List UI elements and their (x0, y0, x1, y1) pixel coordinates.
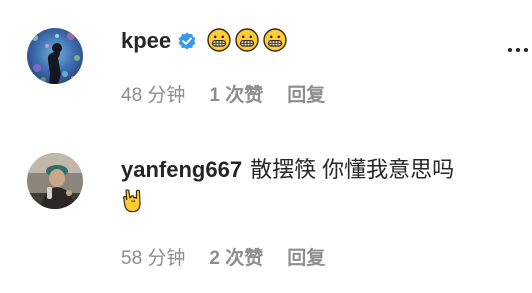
reply-button[interactable]: 回复 (287, 84, 325, 108)
avatar-image (27, 153, 83, 209)
comment-time[interactable]: 48 分钟 (121, 84, 185, 108)
comment-username[interactable]: yanfeng667 (121, 157, 242, 182)
more-dots-icon[interactable] (508, 44, 532, 56)
grimacing-face-icon (207, 28, 231, 60)
comment-text: 散摆筷 你懂我意思吗 (250, 157, 455, 182)
comment-likes[interactable]: 2 次赞 (209, 247, 263, 271)
comment-username[interactable]: kpee (121, 28, 171, 53)
grimacing-face-icon (263, 28, 287, 60)
comment-item: kpee 48 分钟 1 次赞 回复 (0, 0, 532, 140)
comment-meta: 48 分钟 1 次赞 回复 (121, 84, 325, 108)
verified-badge-icon (177, 29, 197, 59)
comment-time[interactable]: 58 分钟 (121, 247, 185, 271)
comment-body: yanfeng667 散摆筷 你懂我意思吗 (121, 155, 492, 215)
grimacing-face-icon (235, 28, 259, 60)
comment-body: kpee (121, 26, 492, 60)
avatar-image (27, 28, 83, 84)
reply-button[interactable]: 回复 (287, 247, 325, 271)
avatar[interactable] (27, 153, 83, 209)
comment-likes[interactable]: 1 次赞 (209, 84, 263, 108)
avatar[interactable] (27, 28, 83, 84)
comment-item: yanfeng667 散摆筷 你懂我意思吗 58 分钟 2 次赞 回复 (0, 140, 532, 293)
comment-meta: 58 分钟 2 次赞 回复 (121, 247, 325, 271)
sign-of-the-horns-icon (121, 187, 145, 221)
